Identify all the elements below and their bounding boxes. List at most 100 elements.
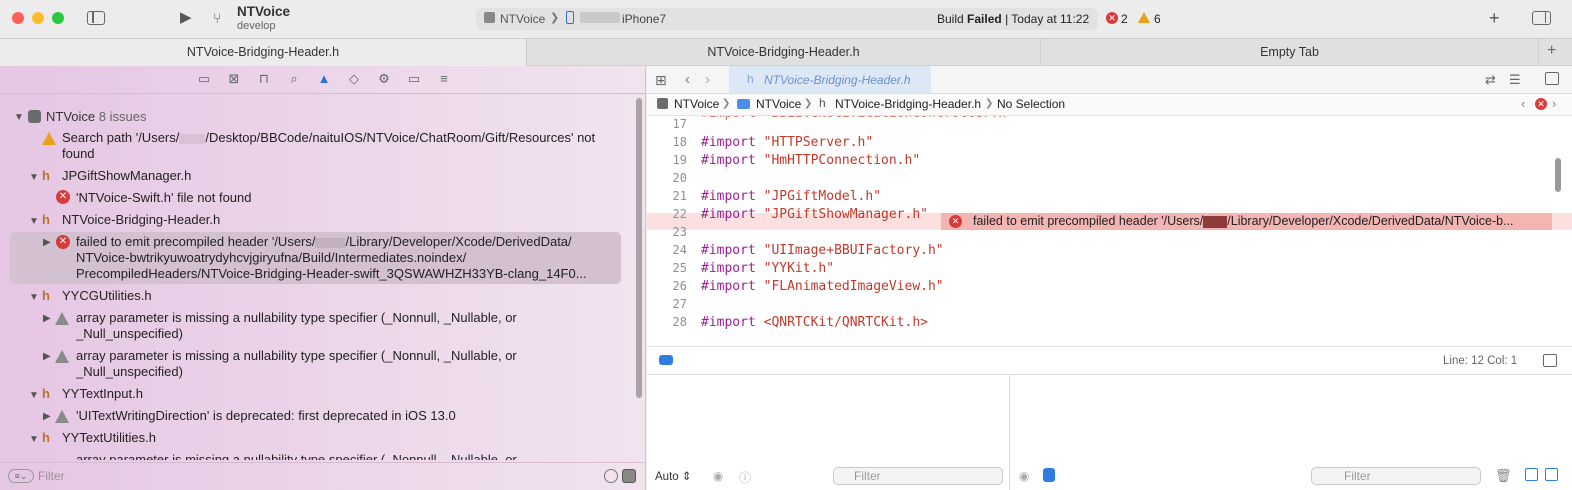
breakpoint-toggle-icon[interactable] [659, 355, 673, 365]
run-icon[interactable]: ▶ [180, 10, 192, 26]
tab-empty[interactable]: Empty Tab [1041, 39, 1539, 66]
file-group-jpgiftshowmanager[interactable]: JPGiftShowManager.h [62, 168, 191, 184]
error-count[interactable]: 2 [1121, 12, 1128, 26]
disclosure-open-icon[interactable]: ▼ [29, 390, 39, 401]
folder-icon[interactable]: ▭ [196, 72, 212, 86]
recent-filter-icon[interactable] [604, 469, 618, 483]
line-number: 26 [672, 279, 687, 293]
disclosure-closed-icon[interactable]: ▶ [43, 411, 51, 422]
editor-options-icon[interactable]: ☰ [1509, 72, 1521, 88]
inspector-toggle-icon[interactable] [1532, 11, 1551, 25]
issue-nullability-2-line-1: array parameter is missing a nullability… [76, 348, 517, 363]
code-review-icon[interactable]: ⇄ [1485, 72, 1496, 88]
code-area[interactable]: #import "BBLiveNotificationController.h"… [647, 116, 1572, 346]
branch-name: develop [237, 20, 276, 32]
forward-icon[interactable]: › [705, 71, 710, 88]
code-line[interactable]: #import "FLAnimatedImageView.h" [701, 279, 944, 294]
scheme-selector[interactable]: NTVoice [500, 12, 545, 26]
test-icon[interactable]: ◇ [346, 72, 362, 86]
chevron-right-icon: ❯ [550, 12, 560, 24]
file-group-yycgutilities[interactable]: YYCGUtilities.h [62, 288, 152, 304]
code-line[interactable]: #import "JPGiftModel.h" [701, 189, 881, 204]
eye-icon[interactable]: ◉ [713, 469, 723, 483]
disclosure-closed-icon[interactable]: ▶ [43, 351, 51, 362]
issue-filter-toggle-icon[interactable] [622, 469, 636, 483]
jump-bar: NTVoice ❯ NTVoice ❯ h NTVoice-Bridging-H… [647, 94, 1572, 116]
issue-nullability-3[interactable]: array parameter is missing a nullability… [76, 452, 517, 460]
code-line[interactable]: #import "HTTPServer.h" [701, 135, 873, 150]
code-line[interactable]: #import "HmHTTPConnection.h" [701, 153, 920, 168]
variables-mode-selector[interactable]: Auto ⇕ [655, 469, 692, 483]
filter-options-icon[interactable]: ≡⌄ [8, 469, 34, 483]
disclosure-closed-icon[interactable]: ▶ [43, 313, 51, 324]
import-keyword: #import [701, 153, 756, 168]
sidebar-toggle-icon[interactable] [87, 11, 105, 25]
line-number: 25 [672, 261, 687, 275]
issue-precompiled-header[interactable]: failed to emit precompiled header '/User… [76, 234, 587, 282]
disclosure-open-icon[interactable]: ▼ [29, 434, 39, 445]
bookmark-icon[interactable]: ⊓ [256, 72, 272, 86]
eye-icon[interactable]: ◉ [1019, 469, 1029, 483]
disclosure-open-icon[interactable]: ▼ [14, 112, 24, 123]
split-editor-icon[interactable] [1545, 72, 1559, 85]
jump-bar-group[interactable]: NTVoice [756, 97, 801, 111]
console-view-toggle-icon[interactable] [1545, 468, 1558, 481]
navigator-scrollbar[interactable] [636, 98, 642, 398]
editor-scrollbar[interactable] [1555, 158, 1561, 192]
source-control-icon[interactable]: ⊠ [226, 72, 242, 86]
related-items-icon[interactable]: ⊞ [655, 72, 667, 89]
jump-bar-file[interactable]: NTVoice-Bridging-Header.h [835, 97, 981, 111]
breakpoint-icon[interactable]: ▭ [406, 72, 422, 86]
trash-icon[interactable]: 🗑 [1495, 468, 1512, 484]
tab-bridging-header-1[interactable]: NTVoice-Bridging-Header.h [0, 39, 527, 66]
issue-nullability-2[interactable]: array parameter is missing a nullability… [76, 348, 517, 380]
device-selector[interactable]: iPhone7 [622, 12, 666, 26]
tab-bridging-header-2[interactable]: NTVoice-Bridging-Header.h [527, 39, 1041, 66]
issue-nullability-1[interactable]: array parameter is missing a nullability… [76, 310, 517, 342]
warning-count[interactable]: 6 [1154, 12, 1161, 26]
navigator-filter-input[interactable]: Filter [38, 469, 65, 483]
zoom-window-button[interactable] [52, 12, 64, 24]
issue-swift-header-not-found[interactable]: 'NTVoice-Swift.h' file not found [76, 190, 252, 206]
disclosure-open-icon[interactable]: ▼ [29, 292, 39, 303]
jump-bar-symbol[interactable]: No Selection [997, 97, 1065, 111]
close-window-button[interactable] [12, 12, 24, 24]
disclosure-closed-icon[interactable]: ▶ [43, 237, 51, 248]
toggle-debug-area-icon[interactable] [1543, 354, 1557, 367]
warning-icon [55, 312, 69, 325]
next-issue-icon[interactable]: › [1552, 96, 1556, 111]
console-filter-input[interactable]: Filter [1311, 467, 1481, 485]
report-icon[interactable]: ≡ [436, 72, 452, 86]
variables-filter-input[interactable]: Filter [833, 467, 1003, 485]
variables-view-toggle-icon[interactable] [1525, 468, 1538, 481]
minimize-window-button[interactable] [32, 12, 44, 24]
editor-file-tab-label: NTVoice-Bridging-Header.h [764, 73, 911, 87]
file-group-yytextinput[interactable]: YYTextInput.h [62, 386, 143, 402]
find-icon[interactable]: ⌕ [286, 72, 302, 86]
console-filter-toggle-icon[interactable] [1043, 468, 1055, 482]
search-path-warning[interactable]: Search path '/Users/ /Desktop/BBCode/nait… [62, 130, 595, 162]
header-file-icon: h [42, 386, 50, 401]
line-number: 21 [672, 189, 687, 203]
code-line[interactable]: #import "JPGiftShowManager.h" [701, 207, 928, 222]
import-keyword: #import [701, 243, 756, 258]
disclosure-open-icon[interactable]: ▼ [29, 216, 39, 227]
jump-bar-project[interactable]: NTVoice [674, 97, 719, 111]
code-line[interactable]: #import <QNRTCKit/QNRTCKit.h> [701, 315, 928, 330]
add-icon[interactable]: + [1489, 9, 1500, 27]
back-icon[interactable]: ‹ [685, 71, 690, 88]
inline-error-banner[interactable]: failed to emit precompiled header '/User… [941, 213, 1552, 230]
debug-icon[interactable]: ⚙ [376, 72, 392, 86]
issue-icon[interactable]: ▲ [316, 72, 332, 86]
error-icon[interactable]: ✕ [1535, 98, 1547, 110]
info-icon[interactable]: ⓘ [739, 469, 751, 486]
new-tab-icon[interactable]: + [1547, 42, 1556, 60]
code-line[interactable]: #import "YYKit.h" [701, 261, 834, 276]
code-line[interactable]: #import "UIImage+BBUIFactory.h" [701, 243, 944, 258]
disclosure-open-icon[interactable]: ▼ [29, 172, 39, 183]
header-file-icon: h [42, 168, 50, 183]
previous-issue-icon[interactable]: ‹ [1521, 96, 1525, 111]
issue-deprecated-direction[interactable]: 'UITextWritingDirection' is deprecated: … [76, 408, 456, 424]
file-group-yytextutilities[interactable]: YYTextUtilities.h [62, 430, 156, 446]
file-group-bridging-header[interactable]: NTVoice-Bridging-Header.h [62, 212, 220, 228]
